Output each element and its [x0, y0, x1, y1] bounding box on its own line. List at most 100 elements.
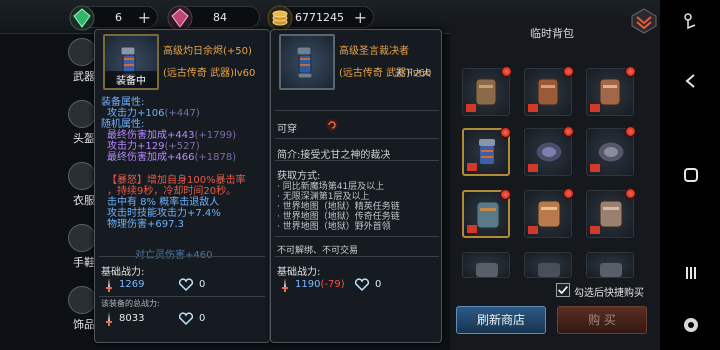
- rank-icon: [528, 226, 538, 234]
- trade-restriction: 不可解绑、不可交易: [277, 246, 359, 256]
- gem-currency: 6 +: [69, 5, 158, 31]
- rank-icon: [590, 104, 600, 112]
- gauntlet-icon: [476, 263, 498, 277]
- base-heart-value: 0: [199, 279, 206, 290]
- alert-dot: [625, 126, 636, 137]
- ruby-count: 84: [213, 11, 227, 24]
- sword-power-icon: [106, 278, 112, 292]
- alert-dot: [563, 126, 574, 137]
- rank-icon: [528, 104, 538, 112]
- armor-icon: [68, 162, 96, 190]
- rank-icon: [590, 164, 600, 172]
- divider: [275, 160, 439, 161]
- divider: [99, 256, 265, 257]
- base-power-title: 基础战力:: [277, 267, 321, 278]
- rank-icon: [466, 104, 476, 112]
- auto-buy-label: 勾选后快捷购买: [574, 288, 644, 299]
- divider: [99, 296, 265, 297]
- divider: [275, 256, 439, 257]
- checkmark-icon: [558, 286, 568, 295]
- rank-icon: [590, 226, 600, 234]
- divider: [275, 236, 439, 237]
- heart-icon: [179, 312, 193, 326]
- gesture-icon[interactable]: [682, 12, 700, 30]
- recents-icon[interactable]: [682, 264, 700, 282]
- sword-icon: [68, 38, 96, 66]
- alert-dot: [563, 188, 574, 199]
- bag-slot[interactable]: [586, 126, 636, 176]
- add-gem-button[interactable]: +: [138, 8, 151, 27]
- bag-slot[interactable]: [524, 188, 574, 238]
- compare-item-tooltip: 高级圣言裁决者 (远古传奇 武器)lv60 天下之大 可穿 简介:接受尤甘之神的…: [270, 29, 442, 343]
- system-navigation-bar: [660, 0, 720, 350]
- bag-slot[interactable]: [462, 252, 510, 278]
- alert-dot: [501, 66, 512, 77]
- base-power-value: 1269: [119, 279, 145, 290]
- heart-icon: [355, 278, 369, 292]
- refresh-shop-button[interactable]: 刷新商店: [456, 306, 546, 334]
- compare-item-name: 高级圣言裁决者: [339, 46, 409, 57]
- random-stat: 最终伤害加成+466(+1878): [107, 152, 237, 163]
- bag-slot-selected[interactable]: [462, 127, 511, 176]
- divider: [275, 138, 439, 139]
- alert-dot: [563, 66, 574, 77]
- wearable-label: 可穿: [277, 124, 297, 135]
- divider: [275, 110, 439, 111]
- emerald-gem-icon: [69, 5, 95, 31]
- bag-slot[interactable]: [586, 188, 636, 238]
- equipped-item-name: 高级灼日余烬(+50): [163, 46, 252, 57]
- compare-power-value: 1190(-79): [295, 279, 345, 290]
- heart-icon: [179, 278, 193, 292]
- gold-currency: 6771245 +: [267, 5, 374, 31]
- game-assistant-icon[interactable]: [682, 316, 700, 334]
- equipped-tag: 装备中: [105, 71, 157, 88]
- item-intro: 简介:接受尤甘之神的裁决: [277, 150, 391, 161]
- ring-icon: [68, 286, 96, 314]
- bag-slot[interactable]: [524, 252, 572, 278]
- extra-stat: 对亡灵伤害+460: [135, 246, 212, 261]
- compare-item-slot: [279, 34, 335, 90]
- rank-icon: [467, 163, 477, 171]
- gauntlet-icon: [68, 224, 96, 252]
- home-icon[interactable]: [682, 166, 700, 184]
- bag-slot[interactable]: [524, 126, 574, 176]
- bag-slot[interactable]: [462, 189, 511, 238]
- overlay-text: 天下之大: [395, 69, 432, 79]
- total-heart-value: 0: [199, 313, 206, 324]
- equipped-item-subtitle: (远古传奇 武器)lv60: [163, 68, 256, 79]
- shop-emblem-icon[interactable]: [630, 8, 658, 34]
- alert-dot: [500, 189, 511, 200]
- rank-icon: [467, 225, 477, 233]
- compare-heart-value: 0: [375, 279, 382, 290]
- gauntlet-icon: [296, 46, 313, 79]
- total-power-value: 8033: [119, 313, 145, 324]
- bag-slot[interactable]: [586, 66, 636, 116]
- equipped-item-tooltip: 装备中 高级灼日余烬(+50) (远古传奇 武器)lv60 装备属性: 攻击力+…: [94, 29, 270, 343]
- gold-count: 6771245: [295, 11, 344, 24]
- acquire-line: · 世界地图（地狱）野外首领: [277, 222, 391, 232]
- gem-count: 6: [115, 11, 122, 24]
- bag-slot[interactable]: [586, 252, 634, 278]
- bag-title: 临时背包: [530, 27, 574, 40]
- swirl-icon: [326, 119, 338, 131]
- gauntlet-icon: [538, 263, 560, 277]
- gold-coins-icon: [267, 5, 293, 31]
- base-power-title: 基础战力:: [101, 267, 145, 278]
- ruby-currency: 84: [167, 5, 260, 31]
- bag-slot[interactable]: [462, 66, 512, 116]
- alert-dot: [625, 188, 636, 199]
- alert-dot: [625, 66, 636, 77]
- ruby-gem-icon: [167, 5, 193, 31]
- add-gold-button[interactable]: +: [354, 8, 367, 27]
- gauntlet-icon: [600, 263, 622, 277]
- buy-button[interactable]: 购 买: [557, 306, 647, 334]
- alert-dot: [500, 127, 511, 138]
- bag-slot[interactable]: [524, 66, 574, 116]
- sword-power-icon: [282, 278, 288, 292]
- auto-buy-checkbox[interactable]: [556, 283, 570, 297]
- back-icon[interactable]: [682, 72, 700, 90]
- helmet-icon: [68, 100, 96, 128]
- equipped-item-slot: 装备中: [103, 34, 159, 90]
- rank-icon: [528, 164, 538, 172]
- sword-power-icon: [106, 312, 112, 326]
